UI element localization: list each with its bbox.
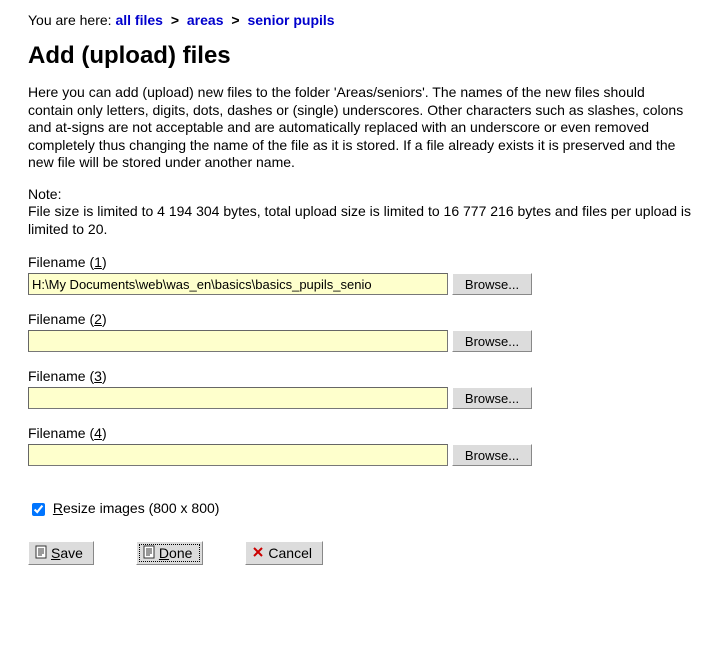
intro-text: Here you can add (upload) new files to t… [28, 84, 692, 238]
action-buttons: Save Done Cancel [28, 541, 692, 565]
filename-row-3: Filename (3) Browse... [28, 368, 692, 409]
filename-row-2: Filename (2) Browse... [28, 311, 692, 352]
breadcrumb-prefix: You are here: [28, 12, 115, 28]
breadcrumb-sep: > [227, 12, 243, 28]
save-button[interactable]: Save [28, 541, 94, 565]
filename-label-4: Filename (4) [28, 425, 692, 441]
browse-button-1[interactable]: Browse... [452, 273, 532, 295]
filename-label-1: Filename (1) [28, 254, 692, 270]
resize-label[interactable]: Resize images (800 x 800) [53, 500, 220, 516]
browse-button-3[interactable]: Browse... [452, 387, 532, 409]
cancel-button[interactable]: Cancel [245, 541, 323, 565]
breadcrumb-link-all-files[interactable]: all files [115, 12, 162, 28]
cancel-icon [252, 545, 264, 561]
intro-paragraph-1: Here you can add (upload) new files to t… [28, 84, 692, 172]
breadcrumb-sep: > [167, 12, 183, 28]
filename-label-3: Filename (3) [28, 368, 692, 384]
filename-input-1[interactable] [28, 273, 448, 295]
intro-paragraph-2: Note: File size is limited to 4 194 304 … [28, 186, 692, 239]
filename-input-3[interactable] [28, 387, 448, 409]
resize-checkbox[interactable] [32, 503, 45, 516]
page-title: Add (upload) files [28, 42, 692, 70]
breadcrumb-link-areas[interactable]: areas [187, 12, 224, 28]
breadcrumb: You are here: all files > areas > senior… [28, 12, 692, 28]
resize-row: Resize images (800 x 800) [28, 500, 692, 519]
document-icon [35, 545, 47, 562]
filename-row-4: Filename (4) Browse... [28, 425, 692, 466]
filename-input-4[interactable] [28, 444, 448, 466]
filename-label-2: Filename (2) [28, 311, 692, 327]
browse-button-2[interactable]: Browse... [452, 330, 532, 352]
breadcrumb-link-senior-pupils[interactable]: senior pupils [247, 12, 334, 28]
browse-button-4[interactable]: Browse... [452, 444, 532, 466]
filename-row-1: Filename (1) Browse... [28, 254, 692, 295]
done-button[interactable]: Done [136, 541, 203, 565]
filename-input-2[interactable] [28, 330, 448, 352]
document-icon [143, 545, 155, 562]
